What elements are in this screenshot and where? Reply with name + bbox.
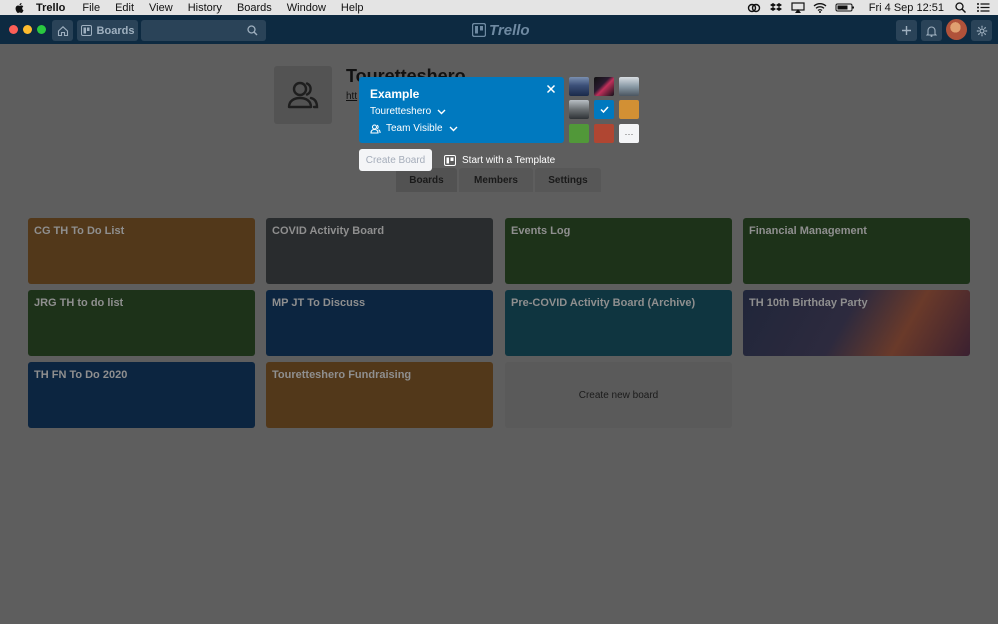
background-color-orange[interactable] xyxy=(619,100,639,119)
create-board-button[interactable]: Create Board xyxy=(359,149,432,171)
macos-menu-bar: Trello File Edit View History Boards Win… xyxy=(0,0,998,15)
board-tile[interactable]: TH FN To Do 2020 xyxy=(28,362,255,428)
tab-boards[interactable]: Boards xyxy=(396,168,457,192)
board-tile[interactable]: Pre-COVID Activity Board (Archive) xyxy=(505,290,732,356)
trello-logo-icon xyxy=(472,23,486,37)
background-picker: ··· xyxy=(569,77,639,143)
menu-app-name[interactable]: Trello xyxy=(36,2,65,14)
boards-button[interactable]: Boards xyxy=(77,20,138,41)
menu-help[interactable]: Help xyxy=(341,2,364,14)
board-title-input[interactable]: Example xyxy=(370,87,419,101)
chevron-down-icon xyxy=(437,109,446,114)
board-title: Financial Management xyxy=(749,225,867,237)
header-search-input[interactable] xyxy=(141,20,266,41)
template-button-label: Start with a Template xyxy=(462,154,556,166)
start-with-template-button[interactable]: Start with a Template xyxy=(444,150,555,170)
board-tile[interactable]: Financial Management xyxy=(743,218,970,284)
battery-icon[interactable] xyxy=(835,2,855,13)
board-tile[interactable]: Touretteshero Fundraising xyxy=(266,362,493,428)
menu-clock[interactable]: Fri 4 Sep 12:51 xyxy=(869,2,944,14)
trello-logo[interactable]: Trello xyxy=(472,21,530,39)
notifications-button[interactable] xyxy=(921,20,942,41)
bell-icon xyxy=(926,25,937,37)
background-color-green[interactable] xyxy=(569,124,589,143)
create-new-board-label: Create new board xyxy=(578,389,659,401)
tab-settings[interactable]: Settings xyxy=(535,168,601,192)
board-tile[interactable]: JRG TH to do list xyxy=(28,290,255,356)
more-backgrounds-button[interactable]: ··· xyxy=(619,124,639,143)
background-photo-neon[interactable] xyxy=(594,77,614,96)
gear-icon xyxy=(976,25,987,36)
background-photo-street[interactable] xyxy=(569,100,589,119)
search-icon xyxy=(247,25,258,36)
menu-window[interactable]: Window xyxy=(287,2,326,14)
wifi-icon[interactable] xyxy=(813,2,827,13)
creative-cloud-icon[interactable] xyxy=(747,2,761,13)
menu-view[interactable]: View xyxy=(149,2,173,14)
background-photo-mountain[interactable] xyxy=(569,77,589,96)
plus-icon xyxy=(902,26,911,35)
settings-button[interactable] xyxy=(971,20,992,41)
create-new-board-tile[interactable]: Create new board xyxy=(505,362,732,428)
window-close-button[interactable] xyxy=(9,25,18,34)
chevron-down-icon xyxy=(449,126,458,131)
menu-boards[interactable]: Boards xyxy=(237,2,272,14)
notification-center-icon[interactable] xyxy=(976,2,990,13)
board-tile[interactable]: MP JT To Discuss xyxy=(266,290,493,356)
dropbox-icon[interactable] xyxy=(769,2,783,13)
team-visible-icon xyxy=(370,123,381,134)
team-select-label: Touretteshero xyxy=(370,106,432,117)
close-icon[interactable] xyxy=(545,83,557,95)
home-button[interactable] xyxy=(52,20,73,41)
visibility-select[interactable]: Team Visible xyxy=(370,123,458,134)
background-color-blue[interactable] xyxy=(594,100,614,119)
create-board-popup: Example Touretteshero Team Visible xyxy=(359,77,564,143)
board-title: TH 10th Birthday Party xyxy=(749,297,868,309)
team-website-link[interactable]: htt xyxy=(346,91,360,102)
menu-file[interactable]: File xyxy=(82,2,100,14)
team-members-icon xyxy=(287,81,319,109)
trello-logo-text: Trello xyxy=(489,21,530,39)
board-tile[interactable]: CG TH To Do List xyxy=(28,218,255,284)
window-zoom-button[interactable] xyxy=(37,25,46,34)
board-title: JRG TH to do list xyxy=(34,297,124,309)
airplay-icon[interactable] xyxy=(791,2,805,13)
more-backgrounds-label: ··· xyxy=(624,128,634,139)
create-plus-button[interactable] xyxy=(896,20,917,41)
board-title: COVID Activity Board xyxy=(272,225,385,237)
board-title: Pre-COVID Activity Board (Archive) xyxy=(511,297,696,309)
background-color-red[interactable] xyxy=(594,124,614,143)
visibility-select-label: Team Visible xyxy=(386,123,443,134)
user-avatar[interactable] xyxy=(946,19,967,40)
board-title: Touretteshero Fundraising xyxy=(272,369,412,381)
spotlight-search-icon[interactable] xyxy=(954,2,968,13)
window-minimize-button[interactable] xyxy=(23,25,32,34)
board-tile[interactable]: TH 10th Birthday Party xyxy=(743,290,970,356)
board-tile[interactable]: Events Log xyxy=(505,218,732,284)
team-logo xyxy=(274,66,332,124)
tab-members[interactable]: Members xyxy=(459,168,533,192)
board-title: Events Log xyxy=(511,225,571,237)
board-title: MP JT To Discuss xyxy=(272,297,366,309)
template-icon xyxy=(444,154,456,166)
apple-icon[interactable] xyxy=(14,2,26,14)
board-title: TH FN To Do 2020 xyxy=(34,369,128,381)
menu-history[interactable]: History xyxy=(188,2,222,14)
board-title: CG TH To Do List xyxy=(34,225,125,237)
home-icon xyxy=(57,25,68,36)
boards-button-label: Boards xyxy=(96,24,135,37)
background-photo-snow[interactable] xyxy=(619,77,639,96)
trello-header: Boards Trello xyxy=(0,15,998,44)
boards-icon xyxy=(80,25,92,36)
checkmark-icon xyxy=(599,106,609,113)
menu-edit[interactable]: Edit xyxy=(115,2,134,14)
board-tile[interactable]: COVID Activity Board xyxy=(266,218,493,284)
team-select[interactable]: Touretteshero xyxy=(370,106,446,117)
